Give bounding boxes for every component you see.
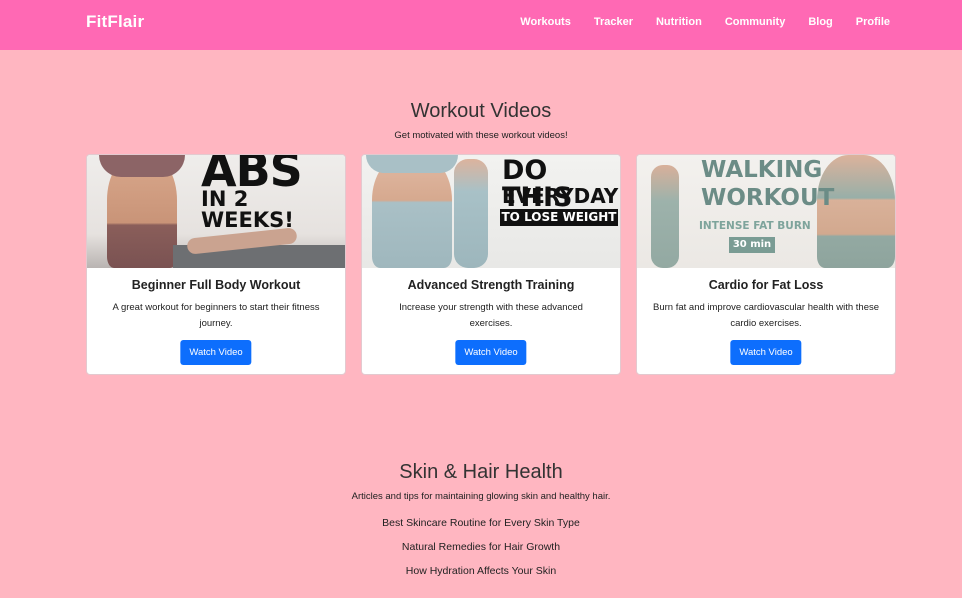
thumbnail-banner: TO LOSE WEIGHT (500, 209, 618, 226)
article-link[interactable]: Natural Remedies for Hair Growth (0, 540, 962, 564)
person-figure-small (651, 165, 679, 268)
thumbnail-headline: WALKING (701, 157, 823, 183)
workout-videos-subtitle: Get motivated with these workout videos! (394, 130, 568, 141)
thumbnail-caption: INTENSE FAT BURN (699, 220, 811, 232)
skin-hair-subtitle: Articles and tips for maintaining glowin… (351, 491, 611, 502)
card-title: Cardio for Fat Loss (708, 278, 824, 292)
article-link[interactable]: How Hydration Affects Your Skin (0, 564, 962, 588)
watch-video-button[interactable]: Watch Video (455, 340, 527, 365)
card-description: Burn fat and improve cardiovascular heal… (653, 302, 880, 329)
video-thumbnail[interactable]: ABS IN 2 WEEKS! (87, 155, 345, 268)
navbar: FitFlair Workouts Tracker Nutrition Comm… (0, 0, 962, 50)
thumbnail-duration-badge: 30 min (729, 237, 775, 253)
watch-video-button[interactable]: Watch Video (730, 340, 802, 365)
card-description: Increase your strength with these advanc… (399, 302, 583, 329)
person-figure (817, 155, 895, 268)
card-title: Advanced Strength Training (407, 278, 575, 292)
nav-link-tracker[interactable]: Tracker (594, 16, 633, 28)
video-thumbnail[interactable]: WALKING WORKOUT INTENSE FAT BURN 30 min (637, 155, 895, 268)
video-cards: ABS IN 2 WEEKS! Beginner Full Body Worko… (86, 154, 896, 375)
sports-top (99, 155, 185, 177)
nav-link-profile[interactable]: Profile (856, 16, 890, 28)
sports-top (366, 155, 458, 173)
video-card: ABS IN 2 WEEKS! Beginner Full Body Worko… (86, 154, 346, 375)
card-description: A great workout for beginners to start t… (112, 302, 320, 329)
brand-logo[interactable]: FitFlair (86, 12, 144, 32)
workout-videos-title: Workout Videos (410, 100, 552, 122)
watch-video-button[interactable]: Watch Video (180, 340, 252, 365)
nav-links: Workouts Tracker Nutrition Community Blo… (520, 16, 890, 28)
thumbnail-subheadline: IN 2 WEEKS! (201, 187, 294, 232)
person-figure-small (454, 159, 488, 268)
skin-hair-title: Skin & Hair Health (399, 461, 563, 483)
article-link[interactable]: Best Skincare Routine for Every Skin Typ… (0, 516, 962, 540)
nav-link-community[interactable]: Community (725, 16, 786, 28)
thumbnail-subheadline: EVERYDAY (502, 184, 619, 208)
nav-link-nutrition[interactable]: Nutrition (656, 16, 702, 28)
thumbnail-subheadline: WORKOUT (701, 185, 835, 211)
video-card: DO THIS EVERYDAY TO LOSE WEIGHT Advanced… (361, 154, 621, 375)
card-title: Beginner Full Body Workout (131, 278, 301, 292)
nav-link-blog[interactable]: Blog (808, 16, 832, 28)
video-thumbnail[interactable]: DO THIS EVERYDAY TO LOSE WEIGHT (362, 155, 620, 268)
article-list: Best Skincare Routine for Every Skin Typ… (0, 516, 962, 588)
video-card: WALKING WORKOUT INTENSE FAT BURN 30 min … (636, 154, 896, 375)
nav-link-workouts[interactable]: Workouts (520, 16, 571, 28)
